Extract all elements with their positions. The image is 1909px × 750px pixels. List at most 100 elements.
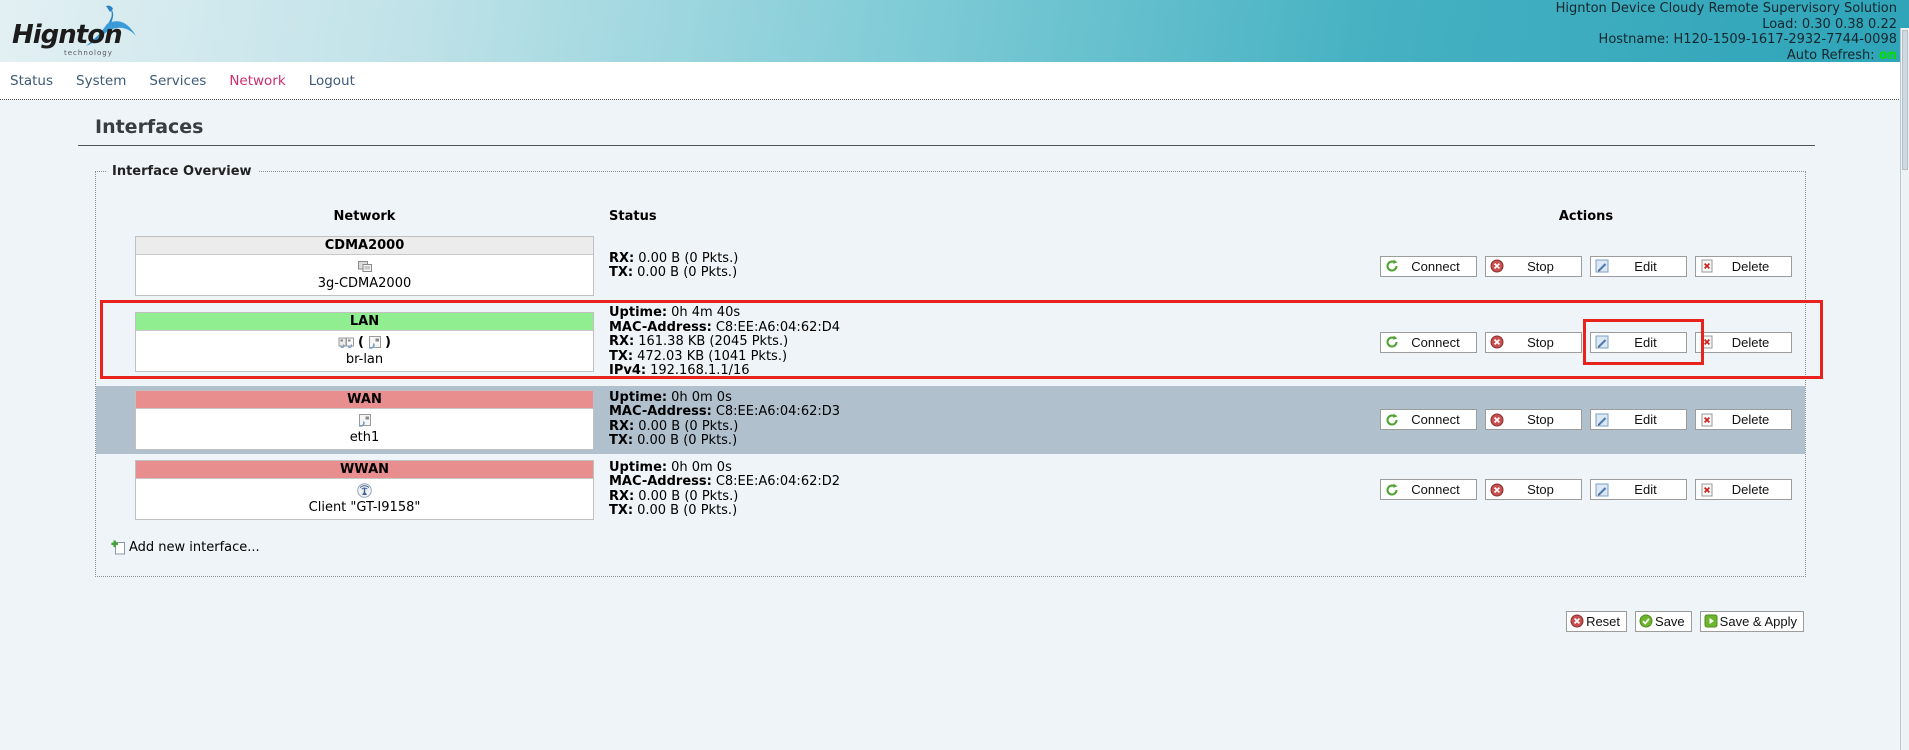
network-name: CDMA2000 bbox=[136, 237, 593, 255]
ethernet-adapter-icon bbox=[357, 413, 372, 428]
connect-button[interactable]: Connect bbox=[1380, 332, 1477, 353]
refresh-icon bbox=[1385, 335, 1399, 349]
refresh-icon bbox=[1385, 259, 1399, 273]
refresh-icon bbox=[1385, 413, 1399, 427]
save-check-icon bbox=[1639, 614, 1653, 628]
network-cell[interactable]: CDMA2000 3g-CDMA2000 bbox=[135, 236, 594, 296]
delete-icon bbox=[1700, 335, 1714, 349]
nav-item-network[interactable]: Network bbox=[229, 73, 285, 89]
nav-item-system[interactable]: System bbox=[76, 73, 126, 89]
network-cell[interactable]: LAN ( bbox=[135, 312, 594, 372]
page-title: Interfaces bbox=[78, 116, 1815, 146]
status-cell: Uptime:0h 4m 40s MAC-Address:C8:EE:A6:04… bbox=[609, 304, 1299, 381]
stop-button[interactable]: Stop bbox=[1485, 409, 1582, 430]
stop-icon bbox=[1490, 413, 1504, 427]
column-header-actions: Actions bbox=[1380, 209, 1792, 224]
column-header-status: Status bbox=[609, 209, 657, 224]
status-cell: RX:0.00 B (0 Pkts.) TX:0.00 B (0 Pkts.) bbox=[609, 250, 1299, 283]
router-admin-page: Hignton technology Hignton Device Cloudy… bbox=[0, 0, 1909, 750]
edit-icon bbox=[1595, 335, 1609, 349]
delete-button[interactable]: Delete bbox=[1695, 409, 1792, 430]
edit-button[interactable]: Edit bbox=[1590, 332, 1687, 353]
table-row-cdma2000: CDMA2000 3g-CDMA2000 RX:0.00 B bbox=[96, 233, 1805, 299]
ethernet-adapter-icon bbox=[367, 335, 382, 350]
actions-cell: Connect Stop Edit Delete bbox=[1380, 256, 1792, 277]
paren-close: ) bbox=[385, 335, 391, 350]
wireless-signal-icon bbox=[357, 483, 372, 498]
network-name: LAN bbox=[136, 313, 593, 331]
status-line: MAC-Address:C8:EE:A6:04:62:D2 bbox=[609, 475, 1299, 490]
section-title: Interface Overview bbox=[106, 164, 258, 179]
status-line: TX:0.00 B (0 Pkts.) bbox=[609, 266, 1299, 281]
modem-3g-icon bbox=[357, 259, 373, 274]
save-apply-button[interactable]: Save & Apply bbox=[1700, 611, 1804, 632]
status-line: MAC-Address:C8:EE:A6:04:62:D4 bbox=[609, 321, 1299, 336]
content-area: Interfaces Interface Overview Network St… bbox=[78, 116, 1815, 632]
network-cell[interactable]: WAN eth1 bbox=[135, 390, 594, 450]
table-row-wan: WAN eth1 Uptime:0h 0m 0s bbox=[96, 386, 1805, 454]
status-line: RX:0.00 B (0 Pkts.) bbox=[609, 490, 1299, 505]
edit-icon bbox=[1595, 413, 1609, 427]
stop-button[interactable]: Stop bbox=[1485, 256, 1582, 277]
nav-item-services[interactable]: Services bbox=[149, 73, 206, 89]
device-name: 3g-CDMA2000 bbox=[136, 276, 593, 291]
connect-button[interactable]: Connect bbox=[1380, 256, 1477, 277]
reset-circle-icon bbox=[1570, 614, 1584, 628]
connect-button[interactable]: Connect bbox=[1380, 409, 1477, 430]
table-row-lan: LAN ( bbox=[96, 301, 1805, 384]
status-line: IPv4:192.168.1.1/16 bbox=[609, 364, 1299, 379]
stop-button[interactable]: Stop bbox=[1485, 479, 1582, 500]
status-line: Uptime:0h 4m 40s bbox=[609, 306, 1299, 321]
delete-button[interactable]: Delete bbox=[1695, 332, 1792, 353]
device-name: Client "GT-I9158" bbox=[136, 500, 593, 515]
brand-tagline: technology bbox=[64, 49, 113, 57]
edit-button[interactable]: Edit bbox=[1590, 256, 1687, 277]
brand-name: Hignton bbox=[12, 20, 122, 50]
main-nav: Status System Services Network Logout bbox=[0, 62, 1909, 100]
status-line: Uptime:0h 0m 0s bbox=[609, 461, 1299, 476]
network-cell[interactable]: WWAN Client "GT-I9158" bbox=[135, 460, 594, 520]
save-button[interactable]: Save bbox=[1635, 611, 1692, 632]
device-name: eth1 bbox=[136, 430, 593, 445]
device-name: br-lan bbox=[136, 352, 593, 367]
edit-button[interactable]: Edit bbox=[1590, 409, 1687, 430]
page-plus-icon bbox=[111, 540, 127, 556]
table-header: Network Status Actions bbox=[96, 209, 1805, 224]
status-line: RX:0.00 B (0 Pkts.) bbox=[609, 420, 1299, 435]
product-title: Hignton Device Cloudy Remote Supervisory… bbox=[1556, 1, 1897, 17]
interface-overview-section: Interface Overview Network Status Action… bbox=[95, 164, 1806, 577]
stop-icon bbox=[1490, 259, 1504, 273]
delete-button[interactable]: Delete bbox=[1695, 256, 1792, 277]
edit-icon bbox=[1595, 483, 1609, 497]
network-name: WAN bbox=[136, 391, 593, 409]
apply-play-icon bbox=[1704, 614, 1718, 628]
table-row-wwan: WWAN Client "GT-I9158" bbox=[96, 456, 1805, 524]
status-line: TX:472.03 KB (1041 Pkts.) bbox=[609, 350, 1299, 365]
scrollbar[interactable] bbox=[1900, 28, 1909, 750]
status-cell: Uptime:0h 0m 0s MAC-Address:C8:EE:A6:04:… bbox=[609, 459, 1299, 521]
stop-button[interactable]: Stop bbox=[1485, 332, 1582, 353]
status-line: RX:0.00 B (0 Pkts.) bbox=[609, 252, 1299, 267]
add-interface-label: Add new interface... bbox=[129, 540, 260, 555]
delete-icon bbox=[1700, 259, 1714, 273]
auto-refresh-value[interactable]: on bbox=[1879, 48, 1897, 63]
actions-cell: Connect Stop Edit Delete bbox=[1380, 479, 1792, 500]
status-line: TX:0.00 B (0 Pkts.) bbox=[609, 504, 1299, 519]
nav-item-status[interactable]: Status bbox=[10, 73, 53, 89]
connect-button[interactable]: Connect bbox=[1380, 479, 1477, 500]
actions-cell: Connect Stop Edit Delete bbox=[1380, 332, 1792, 353]
reset-button[interactable]: Reset bbox=[1566, 611, 1627, 632]
edit-button[interactable]: Edit bbox=[1590, 479, 1687, 500]
status-line: MAC-Address:C8:EE:A6:04:62:D3 bbox=[609, 405, 1299, 420]
scrollbar-thumb[interactable] bbox=[1902, 30, 1908, 170]
delete-icon bbox=[1700, 483, 1714, 497]
network-name: WWAN bbox=[136, 461, 593, 479]
stop-icon bbox=[1490, 335, 1504, 349]
add-interface-link[interactable]: Add new interface... bbox=[111, 540, 260, 556]
system-info: Hignton Device Cloudy Remote Supervisory… bbox=[1556, 1, 1897, 63]
refresh-icon bbox=[1385, 483, 1399, 497]
nav-item-logout[interactable]: Logout bbox=[309, 73, 355, 89]
status-cell: Uptime:0h 0m 0s MAC-Address:C8:EE:A6:04:… bbox=[609, 389, 1299, 451]
delete-button[interactable]: Delete bbox=[1695, 479, 1792, 500]
auto-refresh-label: Auto Refresh: bbox=[1787, 48, 1875, 63]
